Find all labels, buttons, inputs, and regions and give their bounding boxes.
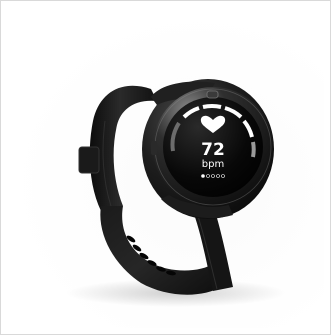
side-button <box>151 141 157 155</box>
image-frame: 72 bpm <box>0 0 331 335</box>
heart-rate-value: 72 <box>201 140 225 160</box>
heart-rate-unit: bpm <box>202 159 224 170</box>
top-button <box>206 90 219 99</box>
strap-keeper <box>78 146 100 174</box>
page-dot-active <box>201 174 205 178</box>
watch-photo: 72 bpm <box>66 79 286 307</box>
